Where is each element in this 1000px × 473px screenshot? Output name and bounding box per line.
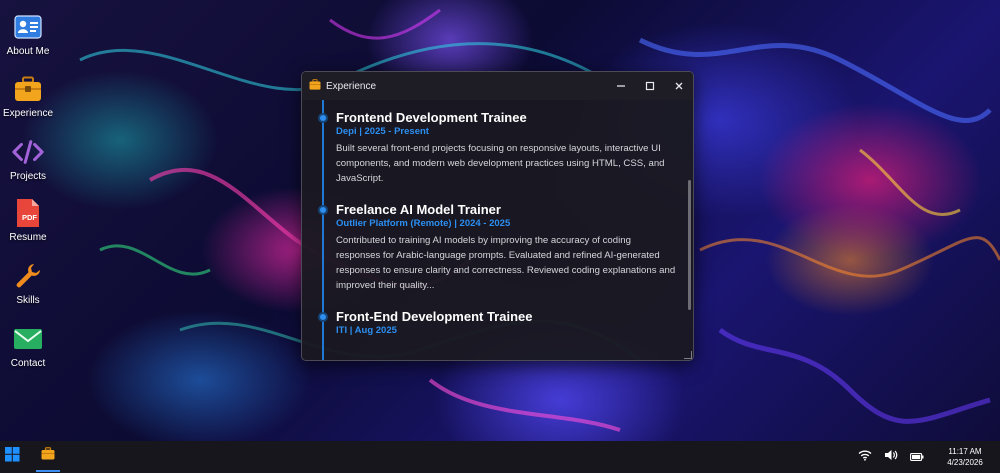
start-button[interactable]	[0, 441, 24, 473]
desktop-icon-skills[interactable]: Skills	[0, 260, 56, 306]
desktop-icon-label: Experience	[2, 108, 54, 119]
desktop-icon-label: Projects	[9, 171, 47, 182]
entry-title: Freelance AI Model Trainer	[336, 202, 501, 217]
window-titlebar[interactable]: Experience	[302, 72, 693, 100]
envelope-icon	[12, 323, 44, 355]
minimize-icon	[616, 85, 625, 87]
desktop-icon-label: About Me	[6, 46, 50, 57]
desktop-icon-experience[interactable]: Experience	[0, 73, 56, 119]
entry-title: Frontend Development Trainee	[336, 110, 527, 125]
desktop-icon-projects[interactable]: Projects	[0, 136, 56, 182]
id-card-icon	[12, 11, 44, 43]
timeline-dot	[318, 113, 328, 123]
volume-icon	[884, 448, 898, 466]
entry-description: Built several front-end projects focusin…	[336, 143, 665, 184]
entry-meta: ITI | Aug 2025	[336, 325, 397, 336]
system-tray: 11:17 AM 4/23/2026	[852, 441, 1000, 473]
entry-description: Contributed to training AI models by imp…	[336, 235, 676, 291]
svg-text:PDF: PDF	[22, 213, 37, 222]
entry-meta: Depi | 2025 - Present	[336, 126, 429, 137]
windows-start-icon	[4, 447, 20, 467]
briefcase-icon	[309, 77, 321, 95]
taskbar-app-experience[interactable]	[36, 442, 60, 472]
close-icon	[675, 82, 682, 90]
desktop-icon-label: Contact	[10, 358, 46, 369]
code-icon	[12, 136, 44, 168]
taskbar: 11:17 AM 4/23/2026	[0, 441, 1000, 473]
desktop-icon-label: Skills	[16, 295, 40, 306]
close-button[interactable]	[664, 72, 693, 100]
desktop-icon-about-me[interactable]: About Me	[0, 11, 56, 57]
desktop-icon-label: Resume	[9, 232, 47, 243]
maximize-icon	[645, 81, 654, 91]
timeline-dot	[318, 205, 328, 215]
desktop-icon-resume[interactable]: PDF Resume	[0, 197, 56, 243]
scrollbar-thumb[interactable]	[688, 180, 691, 310]
clock-time: 11:17 AM	[948, 447, 982, 456]
pdf-file-icon: PDF	[12, 197, 44, 229]
minimize-button[interactable]	[606, 72, 635, 100]
window-title: Experience	[326, 80, 377, 92]
briefcase-icon	[41, 447, 55, 465]
timeline-dot	[318, 312, 328, 322]
entry-meta: Outlier Platform (Remote) | 2024 - 2025	[336, 218, 511, 229]
volume-button[interactable]	[878, 441, 904, 473]
wifi-icon	[858, 448, 872, 466]
maximize-button[interactable]	[635, 72, 664, 100]
desktop-icon-contact[interactable]: Contact	[0, 323, 56, 369]
experience-timeline[interactable]: Frontend Development Trainee Depi | 2025…	[302, 100, 693, 360]
taskbar-clock[interactable]: 11:17 AM 4/23/2026	[930, 446, 1000, 468]
entry-title: Front-End Development Trainee	[336, 309, 533, 324]
battery-icon	[910, 448, 924, 466]
wifi-button[interactable]	[852, 441, 878, 473]
clock-date: 4/23/2026	[947, 458, 983, 467]
experience-window[interactable]: Experience Frontend Development Trainee …	[301, 71, 694, 361]
battery-button[interactable]	[904, 441, 930, 473]
resize-grip[interactable]	[684, 351, 692, 359]
briefcase-icon	[12, 73, 44, 105]
wrench-icon	[12, 260, 44, 292]
